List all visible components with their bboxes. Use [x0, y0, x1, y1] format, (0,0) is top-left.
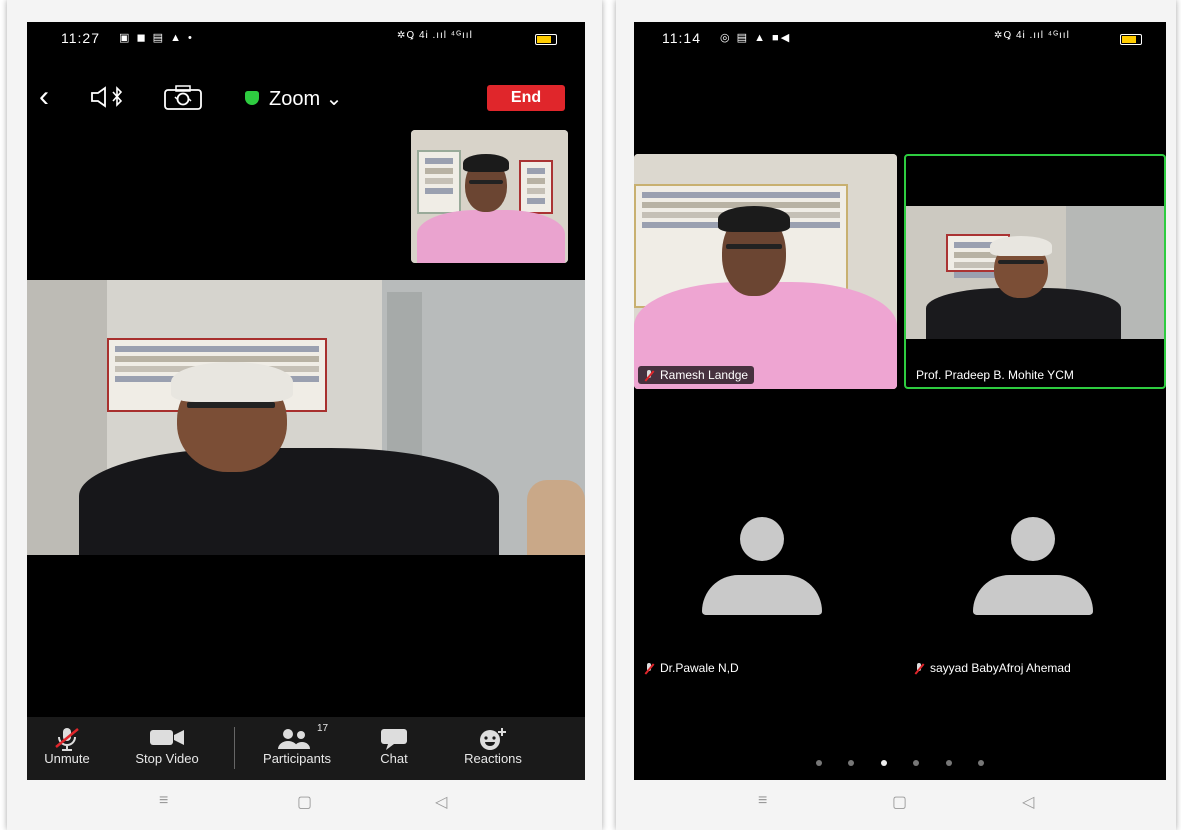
notification-icons: ▣ ◼ ▤ ▲ • [119, 32, 194, 44]
meeting-title: Zoom ⌄ [269, 88, 343, 110]
reactions-label: Reactions [464, 751, 522, 766]
status-bar: 11:27 ▣ ◼ ▤ ▲ • ✲Ꝗ 4Ꭵ .ııl ⁴ᴳııl [27, 28, 585, 50]
page-dot[interactable] [945, 760, 952, 766]
home-nav-button[interactable]: ▢ [297, 792, 312, 812]
signal-icons: ✲Ꝗ 4Ꭵ .ııl ⁴ᴳııl [994, 30, 1070, 41]
speaker-bluetooth-icon[interactable] [89, 86, 129, 113]
status-time: 11:27 [61, 30, 100, 46]
battery-icon [535, 34, 557, 45]
zoom-gallery-screen: 11:14 ◎ ▤ ▲ ■◀ ✲Ꝗ 4Ꭵ .ııl ⁴ᴳııl Ramesh L… [634, 22, 1166, 780]
default-avatar-icon [973, 517, 1093, 617]
participant-name: Dr.Pawale N,D [660, 661, 739, 675]
signal-icons: ✲Ꝗ 4Ꭵ .ııl ⁴ᴳııl [397, 30, 473, 41]
android-nav-bar: ≡ ▢ ◁ [7, 790, 602, 820]
status-bar: 11:14 ◎ ▤ ▲ ■◀ ✲Ꝗ 4Ꭵ .ııl ⁴ᴳııl [634, 28, 1166, 50]
menu-nav-button[interactable]: ≡ [758, 792, 767, 810]
stop-video-label: Stop Video [135, 751, 199, 766]
tile-name-tag: sayyad BabyAfroj Ahemad [908, 659, 1077, 677]
back-nav-button[interactable]: ◁ [435, 792, 447, 812]
page-dot[interactable] [815, 760, 822, 766]
back-nav-button[interactable]: ◁ [1022, 792, 1034, 812]
participants-label: Participants [263, 751, 331, 766]
default-avatar-icon [702, 517, 822, 617]
toolbar-divider [234, 727, 235, 769]
participants-count-badge: 17 [317, 723, 329, 734]
chat-label: Chat [380, 751, 408, 766]
meeting-controls-toolbar: Unmute Stop Video 17 Participants Chat R… [27, 717, 585, 780]
tile-name-tag: Prof. Pradeep B. Mohite YCM [910, 366, 1080, 384]
menu-nav-button[interactable]: ≡ [159, 792, 168, 810]
participant-name: Prof. Pradeep B. Mohite YCM [916, 368, 1074, 382]
video-tile-ramesh-landge[interactable]: Ramesh Landge [634, 154, 897, 389]
video-camera-icon [149, 727, 185, 750]
mic-muted-icon [644, 662, 654, 675]
gallery-page-indicator[interactable] [634, 753, 1166, 766]
active-speaker-video[interactable] [27, 280, 585, 555]
tile-name-tag: Ramesh Landge [638, 366, 755, 384]
unmute-label: Unmute [44, 751, 90, 766]
right-phone-screenshot: 11:14 ◎ ▤ ▲ ■◀ ✲Ꝗ 4Ꭵ .ııl ⁴ᴳııl Ramesh L… [616, 0, 1176, 830]
end-meeting-button[interactable]: End [487, 85, 565, 111]
chevron-left-icon[interactable]: ‹ [39, 82, 49, 112]
zoom-meeting-screen: 11:27 ▣ ◼ ▤ ▲ • ✲Ꝗ 4Ꭵ .ııl ⁴ᴳııl ‹ Zoom … [27, 22, 585, 780]
chat-icon [379, 727, 409, 754]
mic-muted-icon [914, 662, 924, 675]
status-time: 11:14 [662, 30, 701, 46]
page-dot[interactable] [848, 760, 855, 766]
participant-name: Ramesh Landge [660, 368, 749, 382]
camera-switch-icon[interactable] [163, 85, 203, 116]
mic-muted-icon [644, 369, 654, 382]
battery-icon [1120, 34, 1142, 45]
meeting-title-dropdown[interactable]: Zoom ⌄ [245, 86, 342, 111]
left-phone-screenshot: 11:27 ▣ ◼ ▤ ▲ • ✲Ꝗ 4Ꭵ .ııl ⁴ᴳııl ‹ Zoom … [7, 0, 602, 830]
notification-icons: ◎ ▤ ▲ ■◀ [720, 32, 792, 44]
video-tile-dr-pawale[interactable]: Dr.Pawale N,D [634, 417, 897, 687]
video-tile-pradeep-mohite[interactable]: Prof. Pradeep B. Mohite YCM [904, 154, 1166, 389]
shield-icon [245, 90, 259, 105]
page-dot[interactable] [978, 760, 985, 766]
tile-name-tag: Dr.Pawale N,D [638, 659, 745, 677]
android-nav-bar: ≡ ▢ ◁ [616, 790, 1176, 820]
self-view-video[interactable] [411, 130, 568, 263]
home-nav-button[interactable]: ▢ [892, 792, 907, 812]
page-dot-active[interactable] [880, 760, 887, 766]
page-dot[interactable] [913, 760, 920, 766]
participants-icon [275, 727, 319, 754]
reactions-icon [478, 727, 508, 754]
video-tile-sayyad-babyafroj[interactable]: sayyad BabyAfroj Ahemad [904, 417, 1166, 687]
participant-name: sayyad BabyAfroj Ahemad [930, 661, 1071, 675]
meeting-top-bar: ‹ Zoom ⌄ End [27, 82, 585, 118]
mic-muted-icon [54, 727, 80, 754]
